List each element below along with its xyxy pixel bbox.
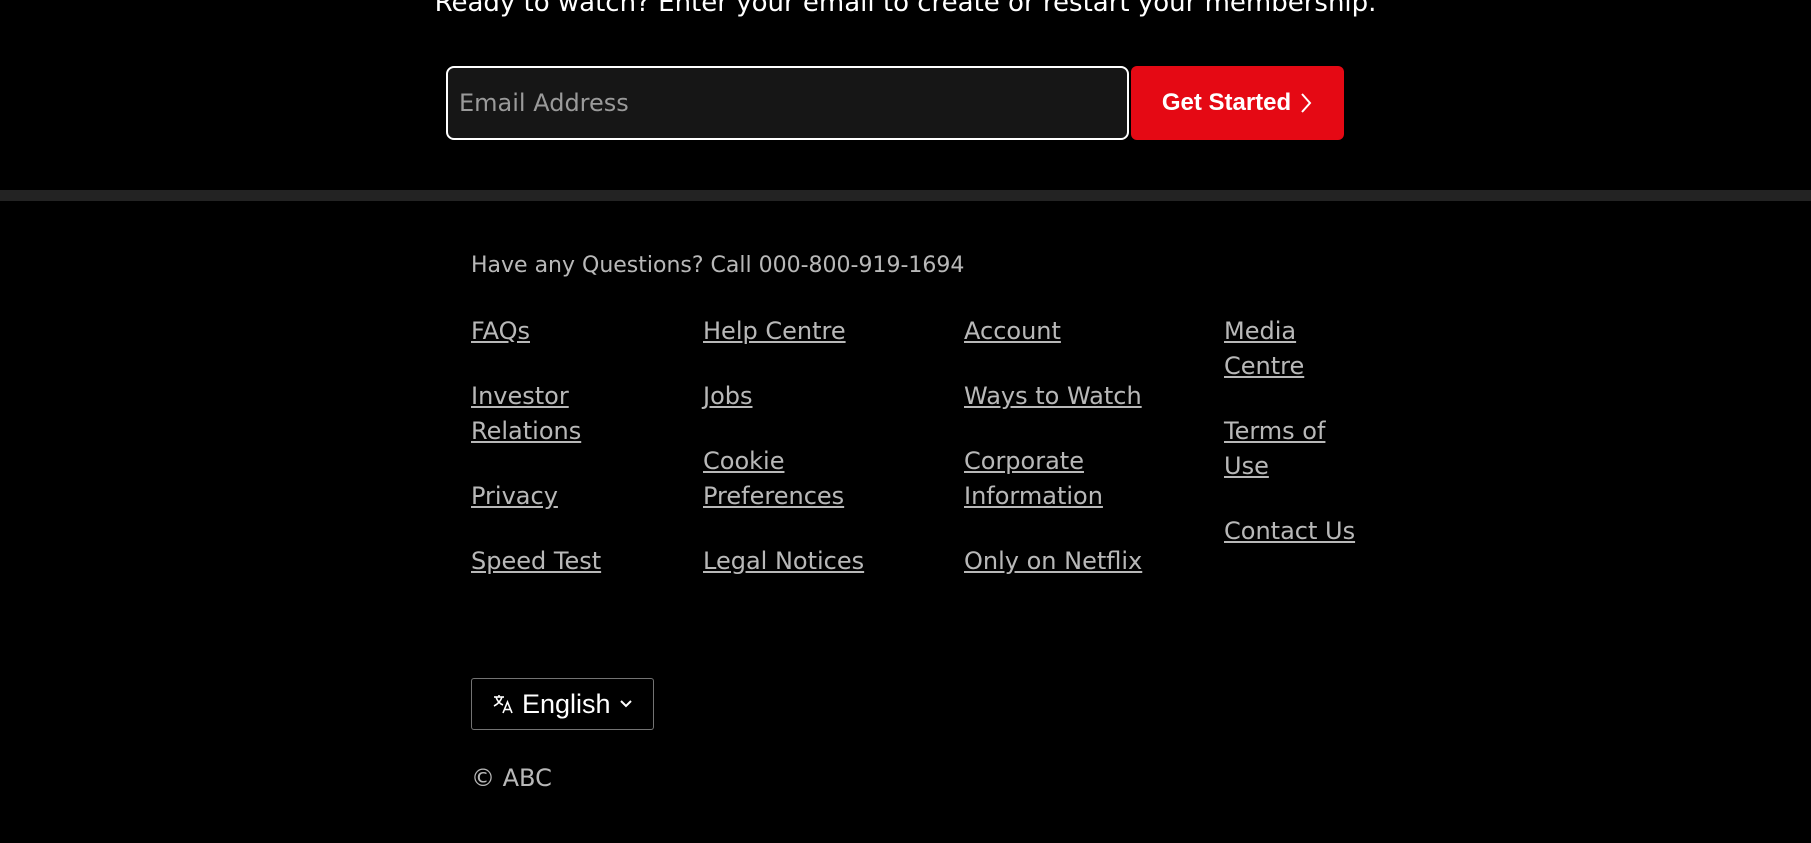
- footer-link-ways-to-watch[interactable]: Ways to Watch: [964, 379, 1154, 414]
- section-divider: [0, 190, 1811, 201]
- get-started-button[interactable]: Get Started: [1131, 66, 1344, 140]
- footer-link-column: Media Centre Terms of Use Contact Us: [1224, 314, 1364, 549]
- contact-question: Have any Questions? Call 000-800-919-169…: [471, 253, 965, 278]
- footer-link-column: FAQs Investor Relations Privacy Speed Te…: [471, 314, 621, 579]
- footer-link-account[interactable]: Account: [964, 314, 1154, 349]
- footer-link-privacy[interactable]: Privacy: [471, 479, 621, 514]
- footer-link-corporate-information[interactable]: Corporate Information: [964, 444, 1154, 514]
- footer-link-only-on-netflix[interactable]: Only on Netflix: [964, 544, 1154, 579]
- translate-icon: [492, 693, 514, 715]
- footer-link-investor-relations[interactable]: Investor Relations: [471, 379, 621, 449]
- footer-link-jobs[interactable]: Jobs: [703, 379, 893, 414]
- footer-link-speed-test[interactable]: Speed Test: [471, 544, 621, 579]
- email-signup-form: Get Started: [446, 66, 1344, 140]
- footer-link-media-centre[interactable]: Media Centre: [1224, 314, 1364, 384]
- footer-link-column: Account Ways to Watch Corporate Informat…: [964, 314, 1154, 579]
- chevron-down-icon: [619, 699, 633, 709]
- email-signup-section: Ready to watch? Enter your email to crea…: [0, 0, 1811, 190]
- signup-prompt: Ready to watch? Enter your email to crea…: [434, 0, 1377, 18]
- footer-link-faqs[interactable]: FAQs: [471, 314, 621, 349]
- footer-link-help-centre[interactable]: Help Centre: [703, 314, 893, 349]
- footer-link-contact-us[interactable]: Contact Us: [1224, 514, 1364, 549]
- footer-link-legal-notices[interactable]: Legal Notices: [703, 544, 893, 579]
- footer-link-column: Help Centre Jobs Cookie Preferences Lega…: [703, 314, 893, 579]
- footer: Have any Questions? Call 000-800-919-169…: [0, 201, 1811, 843]
- email-input[interactable]: [446, 66, 1129, 140]
- language-label: English: [522, 688, 611, 719]
- footer-link-terms-of-use[interactable]: Terms of Use: [1224, 414, 1364, 484]
- footer-link-cookie-preferences[interactable]: Cookie Preferences: [703, 444, 893, 514]
- get-started-label: Get Started: [1161, 89, 1292, 116]
- language-select[interactable]: English: [471, 678, 654, 730]
- chevron-right-icon: [1299, 91, 1313, 115]
- footer-links: FAQs Investor Relations Privacy Speed Te…: [471, 314, 1371, 674]
- copyright: © ABC: [471, 764, 552, 792]
